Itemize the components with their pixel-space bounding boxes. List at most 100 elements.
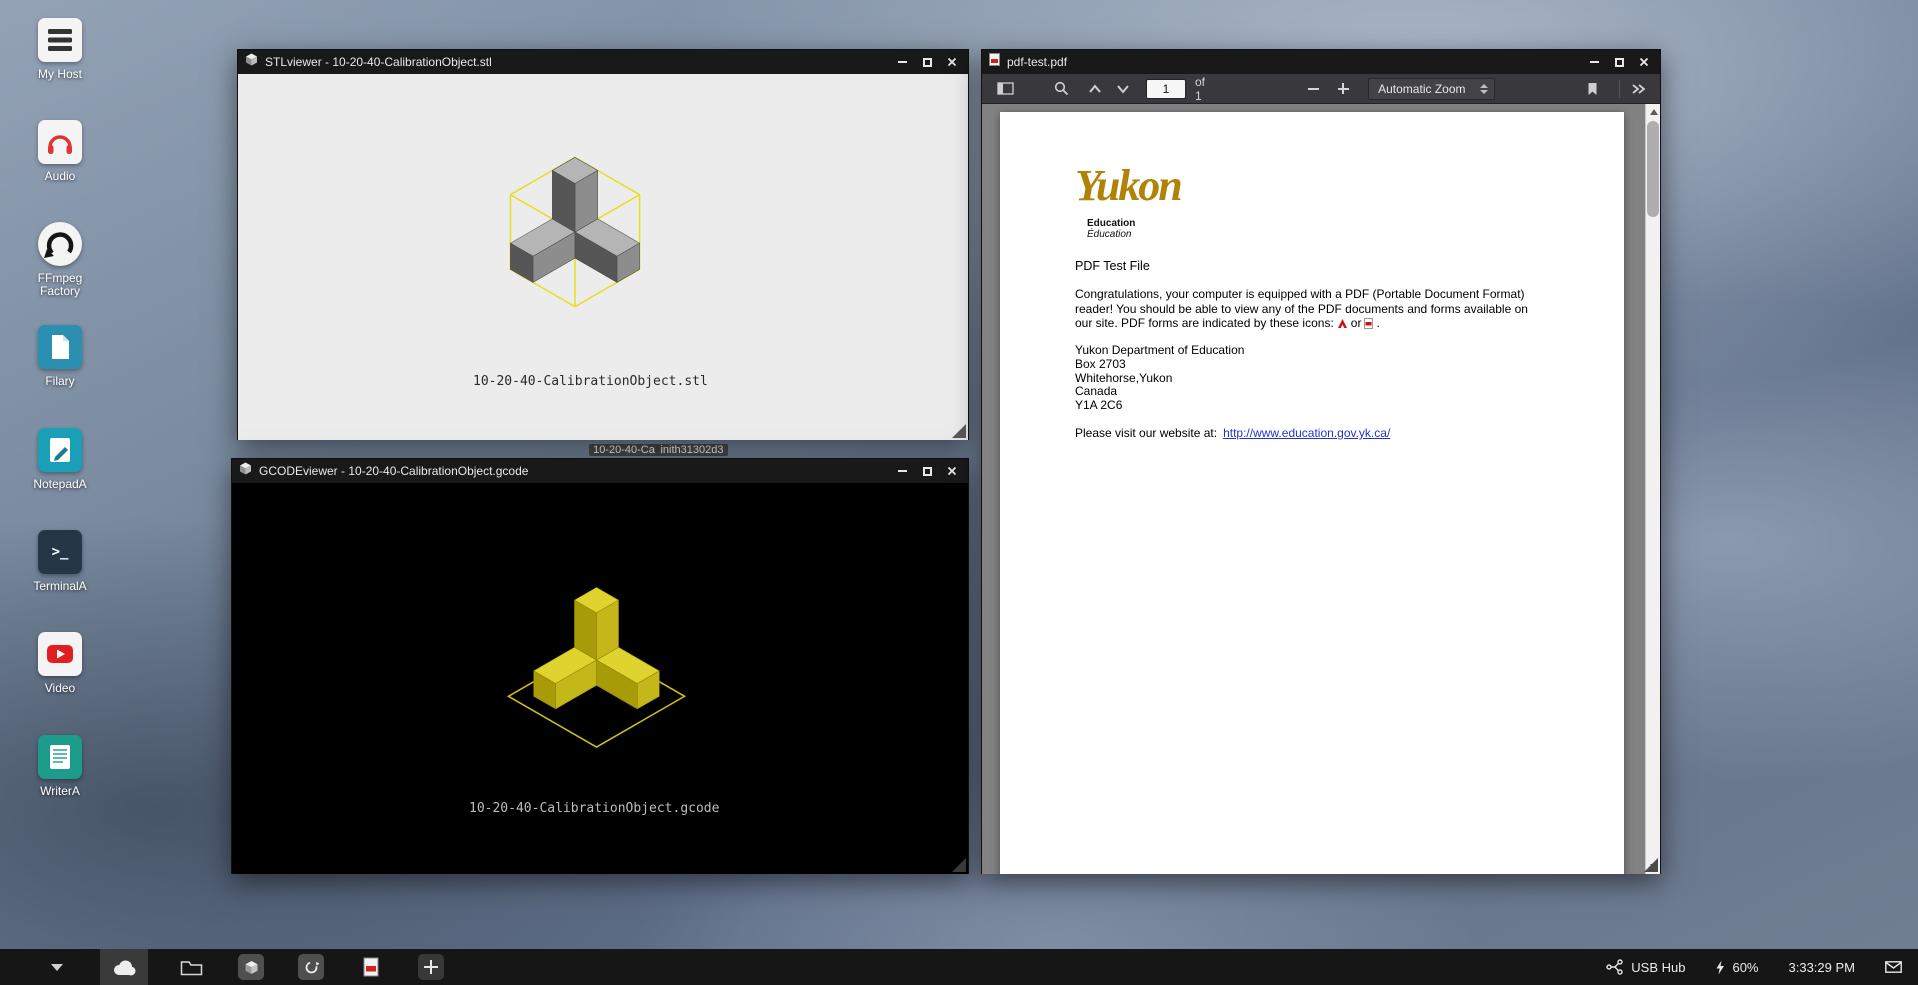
adobe-reader-icon bbox=[1337, 318, 1348, 333]
gcode-file-info: 10-20-40-CalibrationObject.gcode ../../D… bbox=[469, 771, 939, 874]
cloud-icon bbox=[111, 959, 137, 976]
pdf-paragraph-line1: Congratulations, your computer is equipp… bbox=[1075, 287, 1550, 302]
desktop-icon-writera[interactable]: WriterA bbox=[22, 735, 98, 798]
logo-subtitle-en: Education bbox=[1087, 218, 1135, 229]
search-icon[interactable] bbox=[1050, 77, 1072, 101]
taskbar-cloud-button[interactable] bbox=[100, 949, 148, 985]
pdf-titlebar[interactable]: pdf-test.pdf bbox=[982, 50, 1660, 74]
recycle-arrows-icon bbox=[38, 222, 82, 266]
pdf-address-block: Yukon Department of Education Box 2703 W… bbox=[1075, 344, 1244, 413]
maximize-button[interactable] bbox=[920, 55, 934, 69]
gcode-3d-viewport[interactable]: 10-20-40-CalibrationObject.gcode ../../D… bbox=[232, 483, 968, 874]
taskbar-new-button[interactable] bbox=[414, 949, 448, 985]
zoom-in-button[interactable] bbox=[1332, 77, 1354, 101]
address-line: Y1A 2C6 bbox=[1075, 399, 1244, 413]
maximize-button[interactable] bbox=[920, 464, 934, 478]
desktop-icon-label: Filary bbox=[22, 375, 98, 388]
pdf-paragraph-line3-text: our site. PDF forms are indicated by the… bbox=[1075, 316, 1334, 330]
clock[interactable]: 3:33:29 PM bbox=[1789, 960, 1856, 975]
taskbar-stlviewer-button[interactable] bbox=[234, 949, 268, 985]
desktop-icon-label: WriterA bbox=[22, 785, 98, 798]
desktop-icon-label: Video bbox=[22, 682, 98, 695]
close-button[interactable] bbox=[945, 464, 959, 478]
taskbar-files-button[interactable] bbox=[174, 949, 208, 985]
desktop-file-label: inith31302d3 bbox=[656, 444, 727, 456]
desktop-icon-filary[interactable]: Filary bbox=[22, 325, 98, 388]
address-line: Yukon Department of Education bbox=[1075, 344, 1244, 358]
taskbar-collapse-chevron[interactable] bbox=[40, 949, 74, 985]
sidebar-toggle-button[interactable] bbox=[994, 77, 1016, 101]
more-tools-chevron-icon[interactable] bbox=[1628, 77, 1650, 101]
pdf-paragraph-period: . bbox=[1376, 316, 1379, 330]
scrollbar-thumb[interactable] bbox=[1647, 121, 1659, 217]
stl-window-title: STLviewer - 10-20-40-CalibrationObject.s… bbox=[265, 55, 888, 69]
select-carets-icon bbox=[1480, 84, 1488, 94]
desktop-icon-audio[interactable]: Audio bbox=[22, 120, 98, 183]
taskbar-gcodeviewer-button[interactable] bbox=[294, 949, 328, 985]
pdf-file-icon bbox=[1364, 318, 1373, 333]
minimize-button[interactable] bbox=[895, 464, 909, 478]
maximize-button[interactable] bbox=[1612, 55, 1626, 69]
envelope-icon bbox=[1885, 961, 1902, 973]
stlviewer-window: STLviewer - 10-20-40-CalibrationObject.s… bbox=[237, 49, 969, 440]
desktop-icon-my-host[interactable]: My Host bbox=[22, 18, 98, 81]
pdf-paragraph: Congratulations, your computer is equipp… bbox=[1075, 287, 1550, 333]
logo-subtitle-fr: Éducation bbox=[1087, 229, 1131, 240]
minimize-button[interactable] bbox=[1587, 55, 1601, 69]
scroll-up-arrow[interactable] bbox=[1646, 104, 1660, 119]
taskbar-pdf-button[interactable] bbox=[354, 949, 388, 985]
desktop-icon-label: NotepadA bbox=[22, 478, 98, 491]
close-button[interactable] bbox=[945, 55, 959, 69]
gcode-window-title: GCODEviewer - 10-20-40-CalibrationObject… bbox=[259, 464, 888, 478]
desktop-icon-video[interactable]: Video bbox=[22, 632, 98, 695]
pdf-visit-line: Please visit our website at:http://www.e… bbox=[1075, 426, 1390, 440]
minimize-button[interactable] bbox=[895, 55, 909, 69]
folder-icon bbox=[180, 958, 203, 976]
stl-titlebar[interactable]: STLviewer - 10-20-40-CalibrationObject.s… bbox=[238, 50, 968, 74]
usb-branch-icon bbox=[1606, 959, 1624, 975]
resize-grip[interactable] bbox=[1644, 858, 1658, 872]
pdf-viewer-window: pdf-test.pdf of 1 bbox=[981, 49, 1661, 874]
bookmark-icon[interactable] bbox=[1581, 77, 1603, 101]
page-number-input[interactable] bbox=[1146, 79, 1186, 99]
gcode-titlebar[interactable]: GCODEviewer - 10-20-40-CalibrationObject… bbox=[232, 459, 968, 483]
terminal-icon: >_ bbox=[38, 530, 82, 574]
pdf-app-icon bbox=[989, 53, 1000, 71]
pdf-document-icon bbox=[363, 957, 379, 977]
desktop-icon-ffmpeg-factory[interactable]: FFmpeg Factory bbox=[22, 222, 98, 298]
website-link[interactable]: http://www.education.gov.yk.ca/ bbox=[1223, 426, 1390, 440]
notepad-pencil-icon bbox=[38, 428, 82, 472]
writer-document-icon bbox=[38, 735, 82, 779]
page-count-label: of 1 bbox=[1195, 75, 1214, 103]
stl-filename: 10-20-40-CalibrationObject.stl bbox=[473, 374, 927, 389]
next-page-button[interactable] bbox=[1112, 77, 1134, 101]
address-line: Box 2703 bbox=[1075, 358, 1244, 372]
usb-hub-button[interactable]: USB Hub bbox=[1606, 959, 1685, 975]
desktop-icon-terminala[interactable]: >_ TerminalA bbox=[22, 530, 98, 593]
gcode-3d-render bbox=[504, 561, 689, 759]
power-bolt-icon bbox=[1715, 960, 1725, 975]
stl-3d-viewport[interactable]: 10-20-40-CalibrationObject.stl ../../Des… bbox=[238, 74, 968, 440]
desktop-icon-label: TerminalA bbox=[22, 580, 98, 593]
pdf-paragraph-line3: our site. PDF forms are indicated by the… bbox=[1075, 316, 1550, 333]
resize-grip[interactable] bbox=[952, 858, 966, 872]
zoom-level-select[interactable]: Automatic Zoom bbox=[1368, 78, 1495, 100]
toolbar-divider bbox=[1619, 80, 1620, 98]
desktop-icon-label: My Host bbox=[22, 68, 98, 81]
gcode-filename: 10-20-40-CalibrationObject.gcode bbox=[469, 801, 939, 816]
usb-hub-label: USB Hub bbox=[1631, 960, 1685, 975]
resize-grip[interactable] bbox=[952, 424, 966, 438]
zoom-level-value: Automatic Zoom bbox=[1378, 82, 1480, 96]
battery-percent-label: 60% bbox=[1732, 960, 1758, 975]
zoom-out-button[interactable] bbox=[1302, 77, 1324, 101]
mail-button[interactable] bbox=[1885, 961, 1902, 973]
close-button[interactable] bbox=[1637, 55, 1651, 69]
gcodeviewer-window: GCODEviewer - 10-20-40-CalibrationObject… bbox=[231, 458, 969, 874]
desktop-icon-label: FFmpeg Factory bbox=[22, 272, 98, 298]
desktop: My Host Audio FFmpeg Factory Filary Note… bbox=[0, 0, 1918, 985]
desktop-icon-notepada[interactable]: NotepadA bbox=[22, 428, 98, 491]
battery-button[interactable]: 60% bbox=[1715, 960, 1758, 975]
previous-page-button[interactable] bbox=[1084, 77, 1106, 101]
vertical-scrollbar[interactable] bbox=[1645, 104, 1660, 874]
desktop-icon-label: Audio bbox=[22, 170, 98, 183]
